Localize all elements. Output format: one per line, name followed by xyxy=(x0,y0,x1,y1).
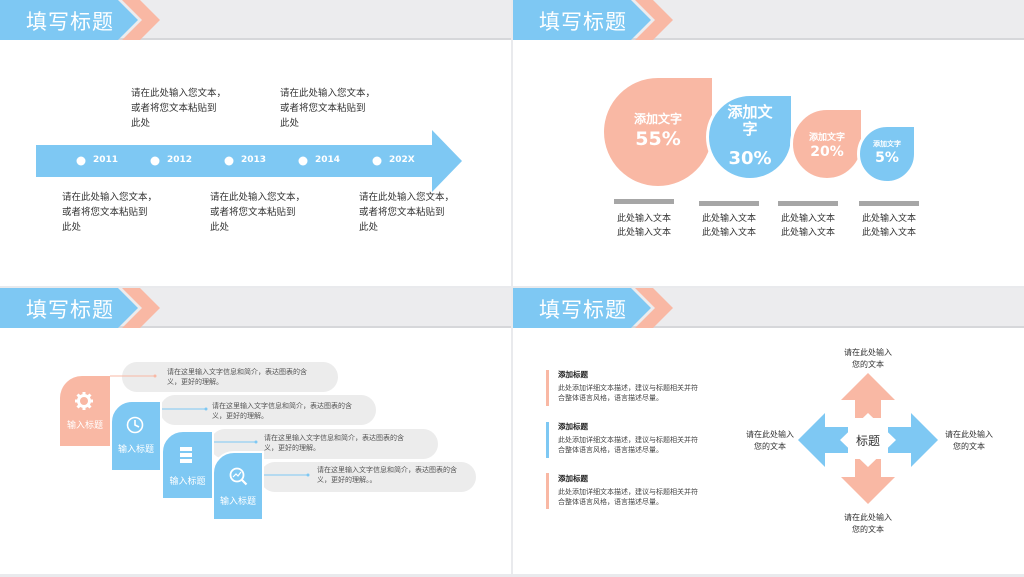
item-heading: 添加标题 xyxy=(558,370,588,379)
drop-value: 5% xyxy=(875,150,899,166)
item-body: 此处添加详细文本描述，建议与标题相关并符 合整体语言风格，语言描述尽量。 xyxy=(558,384,698,402)
timeline-year: 2013 xyxy=(241,155,267,165)
timeline-year: 202X xyxy=(389,155,415,165)
drop-value: 55% xyxy=(635,128,681,150)
slide-title: 填写标题 xyxy=(26,10,114,34)
drop-label: 添加文 字 xyxy=(727,103,773,138)
timeline-text-top-2: 请在此处输入您文本， 或者将您文本粘贴到 此处 xyxy=(280,88,376,129)
slide-percent-drops: 填写标题 添加文字 55% 添加文 字 30% 添加文字 20% 添加文字 5%… xyxy=(513,0,1024,286)
search-chart-icon xyxy=(229,467,248,486)
timeline-year: 2012 xyxy=(167,155,193,165)
timeline-year: 2014 xyxy=(315,155,341,165)
server-icon xyxy=(180,447,192,463)
divider xyxy=(614,199,674,204)
drop-caption: 此处输入文本 此处输入文本 xyxy=(701,214,756,238)
diagram-bottom-text: 请在此处输入 您的文本 xyxy=(844,513,892,534)
diagram-left-text: 请在此处输入 您的文本 xyxy=(746,430,794,451)
diagram-center-title: 标题 xyxy=(855,434,880,448)
slide-header: 填写标题 xyxy=(513,0,1024,40)
item-accent-bar xyxy=(546,422,549,458)
diagram-right-text: 请在此处输入 您的文本 xyxy=(945,430,993,451)
slide-title: 填写标题 xyxy=(539,10,627,34)
drop-caption: 此处输入文本 此处输入文本 xyxy=(616,214,671,238)
item-body: 此处添加详细文本描述，建议与标题相关并符 合整体语言风格，语言描述尽量。 xyxy=(558,436,698,454)
drop-label: 添加文字 xyxy=(873,140,901,148)
drop-value: 20% xyxy=(810,144,844,160)
drop-caption: 此处输入文本 此处输入文本 xyxy=(780,214,835,238)
timeline-year: 2011 xyxy=(93,155,119,165)
timeline-text-top-1: 请在此处输入您文本， 或者将您文本粘贴到 此处 xyxy=(131,88,227,129)
clock-icon xyxy=(126,416,144,434)
item-body: 此处添加详细文本描述，建议与标题相关并符 合整体语言风格，语言描述尽量。 xyxy=(558,488,698,506)
drop-value: 30% xyxy=(728,148,772,169)
item-accent-bar xyxy=(546,473,549,509)
drop-label: 添加文字 xyxy=(808,133,845,143)
slide-timeline: 填写标题 请在此处输入您文本， 或者将您文本粘贴到 此处 请在此处输入您文本， … xyxy=(0,0,511,286)
drop-caption: 此处输入文本 此处输入文本 xyxy=(861,214,916,238)
diagram-top-text: 请在此处输入 您的文本 xyxy=(844,348,892,369)
step-label: 输入标题 xyxy=(117,445,154,455)
step-label: 输入标题 xyxy=(66,421,103,431)
step-tile xyxy=(60,376,110,446)
slide-header: 填写标题 xyxy=(0,0,511,40)
timeline-text-bottom-1: 请在此处输入您文本， 或者将您文本粘贴到 此处 xyxy=(62,192,158,233)
divider xyxy=(699,201,759,206)
timeline-text-bottom-3: 请在此处输入您文本， 或者将您文本粘贴到 此处 xyxy=(359,192,455,233)
slide-header: 填写标题 xyxy=(513,288,1024,328)
slide-steps: 填写标题 请在这里输入文字信息和简介，表达图表的含 义，更好的理解。 请在这里输… xyxy=(0,288,511,574)
divider xyxy=(778,201,838,206)
timeline-text-bottom-2: 请在此处输入您文本， 或者将您文本粘贴到 此处 xyxy=(210,192,306,233)
slide-title: 填写标题 xyxy=(539,298,627,322)
divider xyxy=(859,201,919,206)
item-accent-bar xyxy=(546,370,549,406)
step-label: 输入标题 xyxy=(219,497,256,507)
step-label: 输入标题 xyxy=(169,477,206,487)
step-tile xyxy=(161,430,214,500)
item-heading: 添加标题 xyxy=(558,474,588,483)
step-tile xyxy=(110,400,162,472)
item-heading: 添加标题 xyxy=(558,422,588,431)
step-tile xyxy=(212,451,264,521)
slide-cross-diagram: 填写标题 添加标题 此处添加详细文本描述，建议与标题相关并符 合整体语言风格，语… xyxy=(513,288,1024,574)
drop-label: 添加文字 xyxy=(633,112,682,126)
gear-icon xyxy=(75,392,93,410)
